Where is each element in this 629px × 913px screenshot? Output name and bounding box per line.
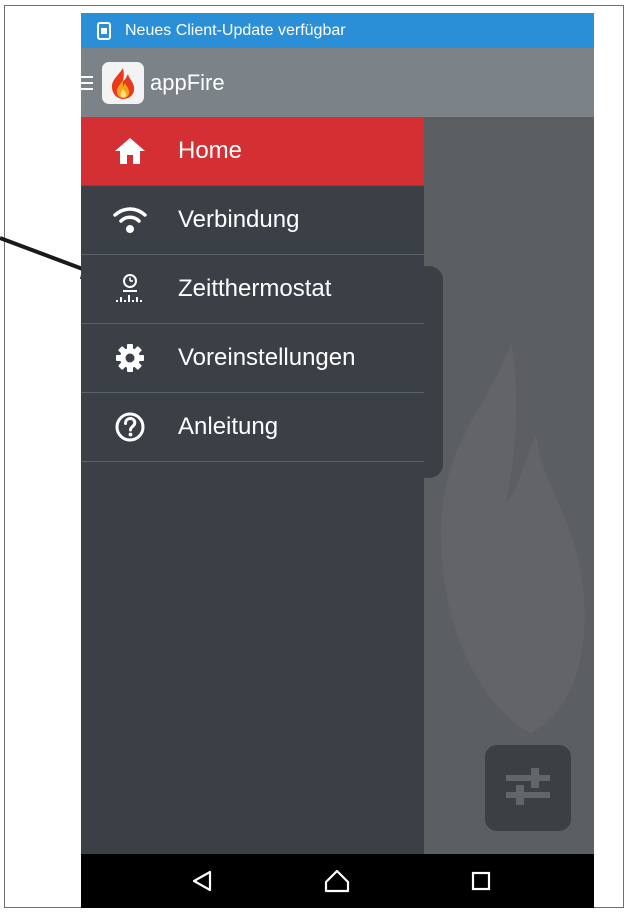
flame-logo-icon <box>102 61 144 104</box>
app-title: appFire <box>150 69 225 95</box>
home-nav-icon[interactable] <box>323 867 351 895</box>
recents-icon[interactable] <box>467 867 495 895</box>
drawer-item-label: Verbindung <box>178 206 300 233</box>
drawer-item-label: Home <box>178 137 243 164</box>
app-bar: appFire <box>81 48 594 117</box>
sliders-icon <box>506 766 550 811</box>
gear-icon <box>113 341 147 375</box>
timer-thermostat-icon <box>113 272 147 306</box>
back-icon[interactable] <box>188 867 216 895</box>
notification-text: Neues Client-Update verfügbar <box>125 21 346 39</box>
help-icon <box>113 410 147 444</box>
notification-bar[interactable]: Neues Client-Update verfügbar <box>81 13 594 48</box>
settings-sliders-button[interactable] <box>485 745 571 831</box>
drawer-item-label: Anleitung <box>178 413 279 440</box>
drawer-item-zeitthermostat[interactable]: Zeitthermostat <box>81 255 424 324</box>
system-navigation-bar <box>81 854 594 908</box>
navigation-drawer: Home Verbindung Zeitthermostat Voreinste… <box>81 117 424 854</box>
drawer-item-label: Zeitthermostat <box>178 275 332 302</box>
drawer-item-label: Voreinstellungen <box>178 344 356 371</box>
drawer-item-anleitung[interactable]: Anleitung <box>81 393 424 462</box>
drawer-item-verbindung[interactable]: Verbindung <box>81 186 424 255</box>
wifi-icon <box>113 203 147 237</box>
phone-screen: Neues Client-Update verfügbar appFire Ho… <box>81 13 594 908</box>
home-icon <box>113 134 147 168</box>
flame-watermark-icon <box>441 343 585 733</box>
phone-update-icon <box>97 21 111 40</box>
hamburger-icon[interactable] <box>81 74 99 92</box>
drawer-item-voreinstellungen[interactable]: Voreinstellungen <box>81 324 424 393</box>
drawer-item-home[interactable]: Home <box>81 117 424 186</box>
